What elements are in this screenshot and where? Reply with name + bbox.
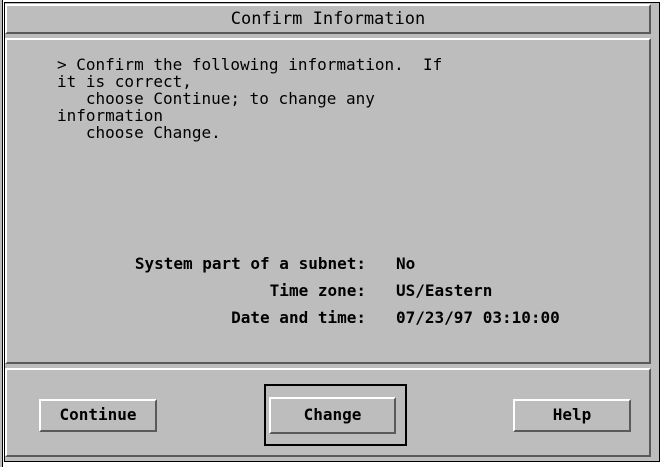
timezone-label: Time zone: [269,281,366,300]
info-row-timezone: Time zone: US/Eastern [40,280,630,302]
info-row-subnet: System part of a subnet: No [40,253,630,275]
message-line: choose Change. [57,123,221,142]
info-row-datetime: Date and time: 07/23/97 03:10:00 [40,307,630,329]
help-button[interactable]: Help [513,399,631,432]
dialog-title: Confirm Information [230,9,426,29]
background-window-edge [0,0,3,467]
subnet-label: System part of a subnet: [134,254,366,273]
dialog-title-bar[interactable]: Confirm Information [5,4,651,34]
subnet-value: No [396,254,416,273]
datetime-value: 07/23/97 03:10:00 [396,308,560,327]
instruction-message: > Confirm the following information. If … [57,56,442,141]
change-button[interactable]: Change [269,397,396,434]
timezone-value: US/Eastern [396,281,493,300]
datetime-label: Date and time: [231,308,366,327]
continue-button[interactable]: Continue [39,399,157,432]
